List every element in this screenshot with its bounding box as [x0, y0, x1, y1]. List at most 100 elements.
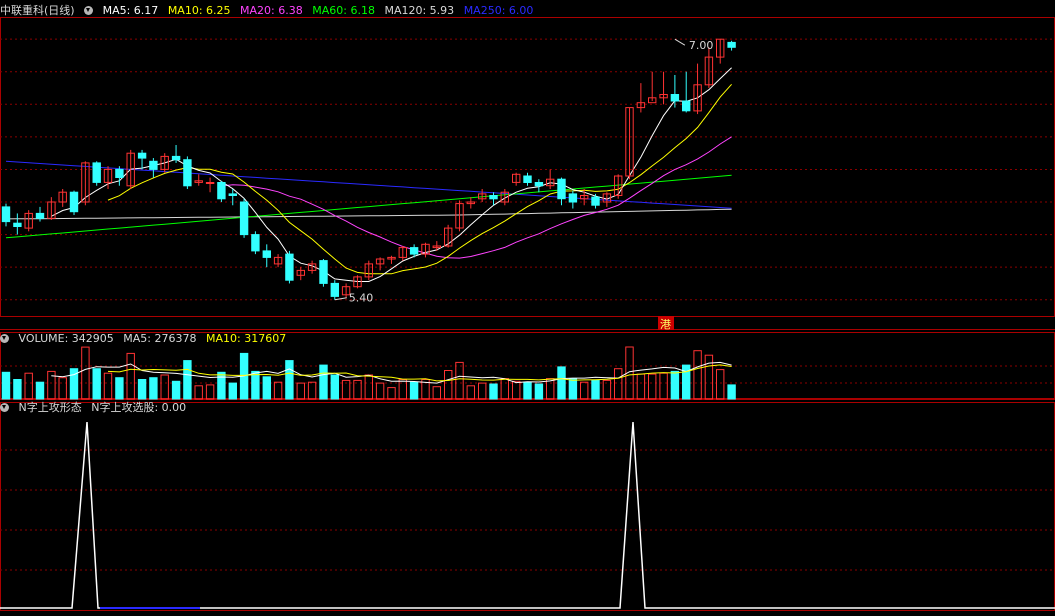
candle-body — [205, 182, 215, 184]
candle-body — [228, 193, 238, 196]
dropdown-icon[interactable] — [0, 403, 9, 412]
volume-bar — [24, 372, 33, 400]
candle-body — [92, 162, 101, 183]
volume-ma10-label: MA10: 317607 — [205, 332, 287, 345]
ma20-label: MA20: 6.38 — [240, 4, 303, 17]
volume-bar — [455, 361, 464, 400]
candle-body — [591, 196, 600, 206]
volume-bar — [500, 378, 510, 400]
volume-bar — [171, 380, 181, 400]
candle-body — [319, 260, 328, 284]
ma10-line — [107, 83, 732, 275]
volume-bar — [375, 382, 385, 400]
event-marker-label: 港 — [660, 318, 671, 331]
dropdown-icon[interactable] — [84, 6, 94, 15]
high-marker-arrow — [674, 38, 686, 46]
ma5-label: MA5: 6.17 — [102, 4, 159, 17]
volume-bar — [92, 368, 101, 400]
kline-chart[interactable]: 7.00 5.40 港 — [0, 0, 1055, 616]
volume-bar — [273, 381, 283, 400]
indicator-legend: N字上攻形态 N字上攻选股: 0.00 — [0, 400, 192, 416]
ma120-line — [5, 208, 732, 220]
volume-bar — [523, 381, 532, 400]
volume-bar — [568, 378, 578, 400]
ma250-label: MA250: 6.00 — [463, 4, 534, 17]
candle-body — [682, 100, 691, 112]
volume-bar — [160, 374, 169, 400]
volume-bar — [466, 385, 476, 400]
candle-body — [137, 152, 147, 159]
candle-body — [13, 222, 22, 227]
volume-bar — [614, 368, 623, 400]
candle-body — [727, 41, 736, 48]
volume-bar — [183, 360, 192, 400]
candle-body — [409, 247, 419, 255]
ma120-label: MA120: 5.93 — [384, 4, 455, 17]
low-marker-label: 5.40 — [349, 292, 374, 305]
volume-bar — [319, 364, 328, 400]
volume-ma10-line — [107, 364, 732, 382]
volume-bar — [364, 374, 374, 400]
candle-body — [262, 250, 272, 258]
volume-bar — [126, 352, 135, 400]
volume-bar — [194, 385, 203, 400]
candle-body — [557, 178, 566, 200]
volume-bar — [387, 387, 396, 400]
volume-bar — [489, 383, 498, 400]
volume-label: VOLUME: 342905 — [18, 332, 114, 345]
volume-bar — [1, 371, 11, 400]
volume-bar — [296, 382, 306, 400]
indicator-value-label: N字上攻选股: 0.00 — [91, 401, 187, 414]
volume-bar — [103, 372, 113, 400]
candle-body — [670, 94, 680, 102]
candle-body — [35, 212, 45, 219]
ma60-label: MA60: 6.18 — [312, 4, 375, 17]
volume-bar — [636, 373, 646, 400]
volume-bar — [704, 354, 714, 400]
candle-body — [171, 155, 181, 161]
candle-body — [285, 253, 294, 281]
high-marker-label: 7.00 — [689, 39, 714, 52]
volume-bar — [262, 376, 272, 400]
dropdown-icon[interactable] — [0, 334, 9, 343]
volume-bar — [285, 360, 294, 400]
candle-body — [568, 193, 578, 203]
candle-body — [239, 201, 249, 236]
volume-bar — [557, 366, 566, 400]
volume-bar — [330, 374, 340, 400]
volume-bar — [307, 381, 317, 400]
candle-body — [534, 182, 544, 187]
candle-body — [251, 234, 260, 252]
volume-bar — [398, 379, 408, 400]
volume-bar — [217, 371, 226, 400]
volume-bar — [580, 381, 589, 400]
volume-bar — [534, 383, 544, 400]
panel-border — [0, 402, 1055, 611]
volume-bar — [251, 370, 260, 400]
volume-bar — [409, 381, 419, 400]
candle-body — [149, 160, 158, 170]
volume-bar — [478, 382, 487, 400]
volume-bar — [648, 373, 657, 400]
candle-body — [217, 182, 226, 200]
volume-bar — [228, 382, 238, 400]
volume-bar — [115, 377, 124, 400]
candle-body — [69, 191, 79, 213]
volume-legend: VOLUME: 342905 MA5: 276378 MA10: 317607 — [0, 331, 292, 347]
chart-title: 中联重科(日线) — [0, 4, 75, 17]
volume-bar — [137, 379, 147, 400]
indicator-name-label: N字上攻形态 — [18, 401, 82, 414]
volume-bar — [205, 384, 215, 400]
price-legend: 中联重科(日线) MA5: 6.17 MA10: 6.25 MA20: 6.38… — [0, 3, 539, 19]
volume-bar — [35, 381, 45, 400]
volume-bar — [693, 350, 702, 400]
volume-bar — [670, 370, 680, 400]
volume-bar — [444, 370, 453, 400]
panel-border — [0, 17, 1055, 317]
volume-bar — [81, 346, 90, 400]
volume-bar — [512, 380, 521, 400]
candle-body — [523, 175, 532, 183]
volume-ma5-label: MA5: 276378 — [123, 332, 197, 345]
volume-bar — [727, 384, 736, 400]
candle-body — [183, 159, 192, 187]
